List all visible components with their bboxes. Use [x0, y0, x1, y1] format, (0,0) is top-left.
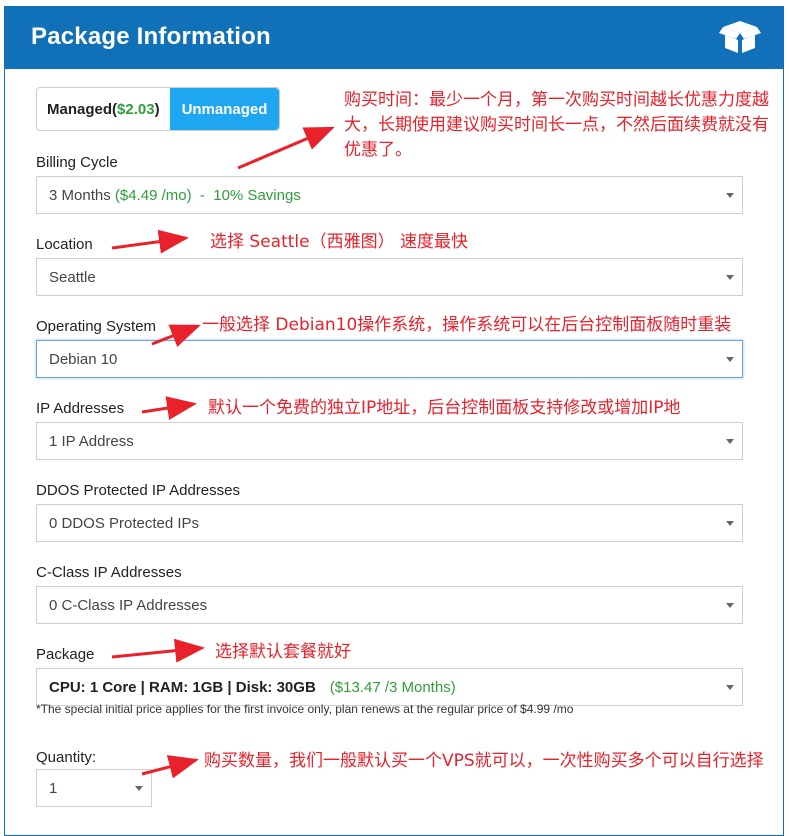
- arrow-location: [111, 229, 189, 254]
- annotation-package: 选择默认套餐就好: [215, 642, 351, 662]
- arrow-package: [111, 638, 205, 663]
- arrow-os: [151, 324, 201, 348]
- arrow-ip: [141, 396, 197, 420]
- annotation-billing: 购买时间：最少一个月，第一次购买时间越长优惠力度越大，长期使用建议购买时间长一点…: [344, 90, 769, 160]
- arrow-billing: [237, 126, 335, 170]
- arrow-quantity: [141, 755, 199, 779]
- annotation-os: 一般选择 Debian10操作系统，操作系统可以在后台控制面板随时重装: [202, 315, 732, 335]
- annotation-ip: 默认一个免费的独立IP地址，后台控制面板支持修改或增加IP地: [208, 398, 681, 418]
- annotation-location: 选择 Seattle（西雅图） 速度最快: [210, 232, 468, 252]
- annotation-quantity: 购买数量，我们一般默认买一个VPS就可以，一次性购买多个可以自行选择: [204, 751, 764, 771]
